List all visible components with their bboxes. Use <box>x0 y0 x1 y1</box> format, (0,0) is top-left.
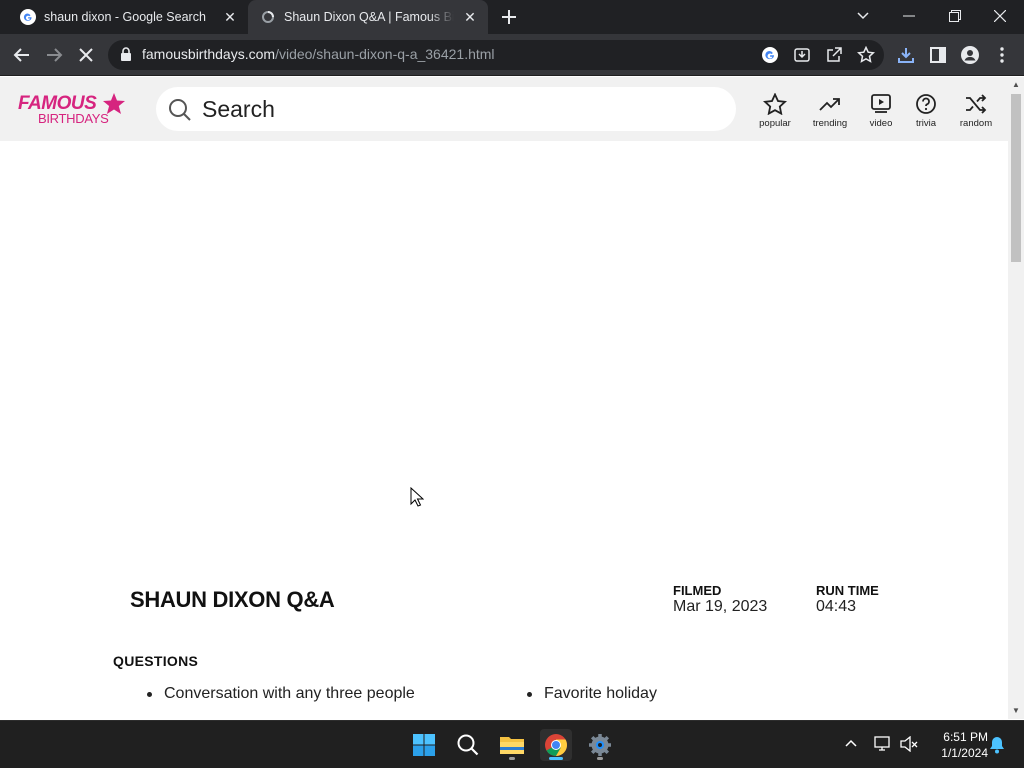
page-scrollbar[interactable]: ▲ ▼ <box>1008 77 1024 719</box>
gear-icon <box>589 734 611 756</box>
trending-icon <box>819 98 840 111</box>
close-icon <box>79 48 93 62</box>
search-input[interactable] <box>202 95 702 123</box>
nav-trending[interactable]: trending <box>808 93 852 129</box>
famous-birthdays-logo[interactable]: FAMOUS BIRTHDAYS <box>18 93 128 127</box>
download-icon <box>898 48 914 63</box>
browser-menu-button[interactable] <box>990 43 1014 67</box>
profile-button[interactable] <box>958 43 982 67</box>
clock-time: 6:51 PM <box>943 730 988 744</box>
search-icon <box>457 734 479 756</box>
clock-date: 1/1/2024 <box>941 746 988 760</box>
back-arrow-icon <box>13 48 29 62</box>
search-icon[interactable] <box>168 98 192 122</box>
url-text: famousbirthdays.com/video/shaun-dixon-q-… <box>142 46 495 62</box>
taskbar-search-button[interactable] <box>452 729 484 761</box>
lock-icon[interactable] <box>120 47 132 62</box>
filmed-label: FILMED <box>673 583 722 598</box>
settings-taskbar-button[interactable] <box>584 729 616 761</box>
url-domain: famousbirthdays.com <box>142 46 276 62</box>
stop-loading-button[interactable] <box>74 43 98 67</box>
close-tab-icon[interactable]: ✕ <box>222 9 238 25</box>
windows-taskbar: 6:51 PM 1/1/2024 <box>0 720 1024 768</box>
site-header: FAMOUS BIRTHDAYS popular trending video … <box>0 77 1008 141</box>
side-panel-button[interactable] <box>926 43 950 67</box>
forward-arrow-icon <box>47 48 63 62</box>
new-tab-icon[interactable] <box>498 6 520 28</box>
mouse-cursor-icon <box>410 487 424 507</box>
bookmark-star-icon[interactable] <box>857 46 875 64</box>
minimize-icon[interactable] <box>887 0 931 32</box>
forward-button[interactable] <box>42 43 66 67</box>
nav-video[interactable]: video <box>859 93 903 129</box>
runtime-value: 04:43 <box>816 598 857 615</box>
nav-label: video <box>869 118 893 129</box>
address-bar[interactable]: famousbirthdays.com/video/shaun-dixon-q-… <box>108 40 884 70</box>
nav-label: popular <box>759 118 791 129</box>
questions-heading: QUESTIONS <box>113 653 199 669</box>
scroll-thumb[interactable] <box>1011 94 1021 262</box>
start-button[interactable] <box>408 729 440 761</box>
browser-toolbar: famousbirthdays.com/video/shaun-dixon-q-… <box>0 34 1024 76</box>
side-panel-icon <box>930 47 946 63</box>
chrome-icon <box>545 734 567 756</box>
file-explorer-button[interactable] <box>496 729 528 761</box>
more-vert-icon <box>1000 47 1004 63</box>
system-clock[interactable]: 6:51 PM 1/1/2024 <box>924 729 988 761</box>
tab-famous-birthdays[interactable]: Shaun Dixon Q&A | Famous Birthdays ✕ <box>248 0 488 34</box>
nav-label: trending <box>812 118 848 129</box>
web-page: FAMOUS BIRTHDAYS popular trending video … <box>0 77 1008 719</box>
shuffle-icon <box>966 94 987 114</box>
question-icon <box>916 94 936 114</box>
nav-random[interactable]: random <box>954 93 998 129</box>
share-icon[interactable] <box>825 46 843 64</box>
restore-icon[interactable] <box>933 0 977 32</box>
folder-icon <box>500 737 524 754</box>
loading-icon <box>262 11 274 23</box>
nav-popular[interactable]: popular <box>753 93 797 129</box>
back-button[interactable] <box>10 43 34 67</box>
question-item[interactable]: Favorite holiday <box>527 685 657 703</box>
nav-label: trivia <box>915 118 937 129</box>
runtime-label: RUN TIME <box>816 583 879 598</box>
chrome-taskbar-button[interactable] <box>540 729 572 761</box>
chevron-up-icon[interactable] <box>845 739 857 747</box>
close-window-icon[interactable] <box>978 0 1022 32</box>
url-path: /video/shaun-dixon-q-a_36421.html <box>275 46 495 62</box>
nav-label: random <box>959 118 993 129</box>
volume-muted-icon[interactable] <box>900 736 918 752</box>
scroll-up-icon[interactable]: ▲ <box>1012 81 1020 89</box>
avatar-icon <box>961 46 979 64</box>
notification-bell-icon[interactable] <box>989 736 1005 754</box>
tab-google-search[interactable]: shaun dixon - Google Search ✕ <box>8 0 248 34</box>
tab-search-icon[interactable] <box>841 0 885 32</box>
star-icon <box>763 93 787 115</box>
site-search-bar[interactable] <box>156 87 736 131</box>
google-lens-icon[interactable] <box>761 46 779 64</box>
filmed-date: Mar 19, 2023 <box>673 598 768 615</box>
video-title: SHAUN DIXON Q&A <box>130 587 335 612</box>
close-tab-icon[interactable]: ✕ <box>462 9 478 25</box>
tab-title: Shaun Dixon Q&A | Famous Birthdays <box>284 10 454 24</box>
install-app-icon[interactable] <box>793 46 811 64</box>
video-player-area[interactable] <box>0 141 1008 561</box>
browser-tab-strip: shaun dixon - Google Search ✕ Shaun Dixo… <box>0 0 1024 34</box>
tab-title: shaun dixon - Google Search <box>44 10 206 24</box>
network-icon[interactable] <box>874 736 892 752</box>
google-icon <box>20 9 36 25</box>
downloads-button[interactable] <box>894 43 918 67</box>
scroll-down-icon[interactable]: ▼ <box>1012 707 1020 715</box>
question-item[interactable]: Conversation with any three people <box>147 685 415 703</box>
nav-trivia[interactable]: trivia <box>904 93 948 129</box>
video-icon <box>871 94 891 113</box>
windows-logo-icon <box>413 734 435 756</box>
